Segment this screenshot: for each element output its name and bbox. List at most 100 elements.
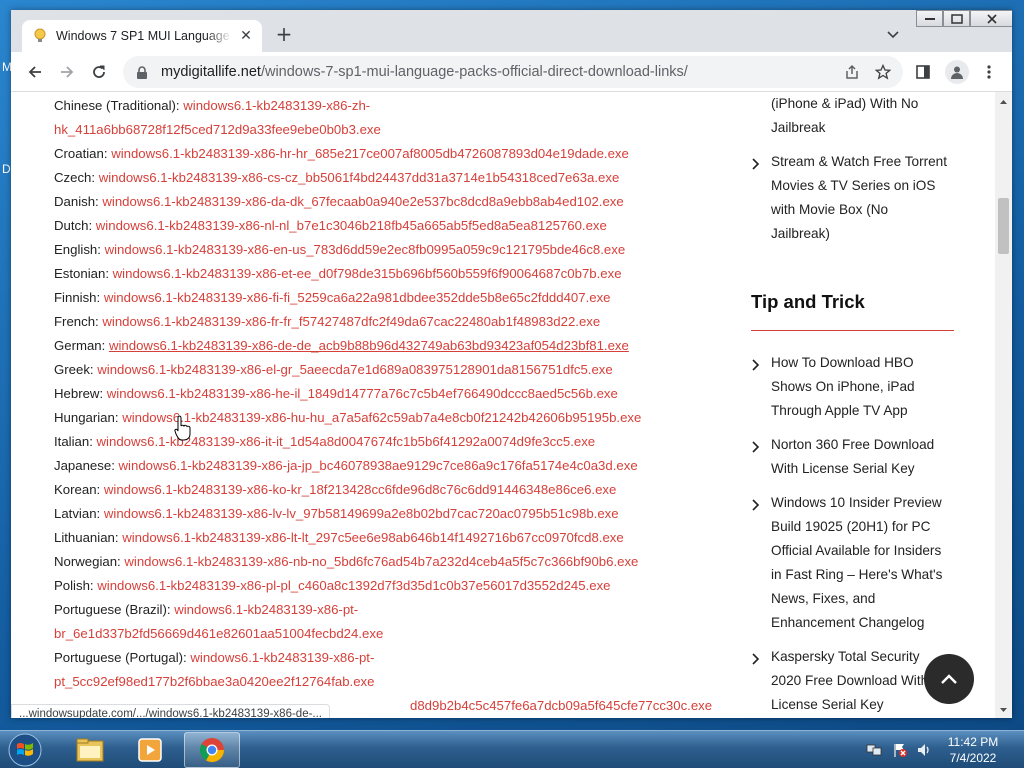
close-window-button[interactable] bbox=[970, 10, 1012, 27]
tab-active[interactable]: Windows 7 SP1 MUI Language P ✕ bbox=[22, 20, 262, 52]
address-bar[interactable]: mydigitallife.net/windows-7-sp1-mui-lang… bbox=[123, 56, 903, 88]
download-link[interactable]: windows6.1-kb2483139-x86-fi-fi_5259ca6a2… bbox=[104, 290, 611, 305]
tab-title: Windows 7 SP1 MUI Language P bbox=[56, 29, 232, 43]
sidebar-article-line: News, Fixes, and bbox=[771, 591, 876, 606]
download-link[interactable]: windows6.1-kb2483139-x86-nb-no_5bd6fc76a… bbox=[124, 554, 638, 569]
sidebar-article-link[interactable]: Stream & Watch Free Torrent Movies & TV S… bbox=[751, 150, 961, 246]
download-link-row: Polish: windows6.1-kb2483139-x86-pl-pl_c… bbox=[54, 574, 704, 598]
language-label: Danish: bbox=[54, 194, 103, 209]
chrome-icon[interactable] bbox=[184, 732, 240, 768]
more-menu-icon[interactable] bbox=[981, 64, 997, 80]
download-link-row: Dutch: windows6.1-kb2483139-x86-nl-nl_b7… bbox=[54, 214, 704, 238]
download-link-row: French: windows6.1-kb2483139-x86-fr-fr_f… bbox=[54, 310, 704, 334]
download-link[interactable]: windows6.1-kb2483139-x86-et-ee_d0f798de3… bbox=[113, 266, 622, 281]
new-tab-button[interactable]: + bbox=[273, 23, 295, 45]
language-label: French: bbox=[54, 314, 103, 329]
download-link[interactable]: windows6.1-kb2483139-x86-it-it_1d54a8d00… bbox=[97, 434, 596, 449]
download-link[interactable]: windows6.1-kb2483139-x86-en-us_783d6dd59… bbox=[105, 242, 626, 257]
maximize-button[interactable] bbox=[943, 10, 970, 27]
sidebar-article-line: with Movie Box (No bbox=[771, 202, 889, 217]
scrollbar-thumb[interactable] bbox=[998, 198, 1009, 254]
download-link[interactable]: d8d9b2b4c5c457fe6a7dcb09a5f645cfe77cc30c… bbox=[410, 698, 712, 713]
desktop-icon-label: D bbox=[2, 162, 11, 176]
browser-toolbar: mydigitallife.net/windows-7-sp1-mui-lang… bbox=[11, 52, 1012, 92]
system-clock[interactable]: 11:42 PM 7/4/2022 bbox=[940, 734, 1006, 766]
sidebar-article-link[interactable]: (iPhone & iPad) With No Jailbreak bbox=[751, 92, 961, 140]
minimize-button[interactable] bbox=[916, 10, 943, 27]
sidebar-heading: Tip and Trick bbox=[751, 291, 865, 312]
language-label: Portuguese (Brazil): bbox=[54, 602, 175, 617]
back-button[interactable] bbox=[25, 62, 45, 82]
download-link[interactable]: windows6.1-kb2483139-x86-lt-lt_297c5ee6e… bbox=[122, 530, 624, 545]
sidebar-article-line: Jailbreak bbox=[771, 120, 826, 135]
download-link[interactable]: windows6.1-kb2483139-x86-nl-nl_b7e1c3046… bbox=[96, 218, 607, 233]
clock-time: 11:42 PM bbox=[947, 735, 999, 749]
download-link-row: Finnish: windows6.1-kb2483139-x86-fi-fi_… bbox=[54, 286, 704, 310]
reload-button[interactable] bbox=[89, 62, 109, 82]
download-link[interactable]: windows6.1-kb2483139-x86-pt- bbox=[174, 602, 358, 617]
sidebar-article-line: Stream & Watch Free Torrent bbox=[771, 154, 948, 169]
sidebar-article-link[interactable]: How To Download HBO Shows On iPhone, iPad… bbox=[751, 351, 961, 423]
download-link[interactable]: windows6.1-kb2483139-x86-ja-jp_bc4607893… bbox=[119, 458, 638, 473]
download-link-row: hk_411a6bb68728f12f5ced712d9a33fee9ebe0b… bbox=[54, 118, 704, 142]
language-label: Polish: bbox=[54, 578, 98, 593]
download-link[interactable]: windows6.1-kb2483139-x86-el-gr_5aeecda7e… bbox=[97, 362, 612, 377]
start-button[interactable] bbox=[5, 732, 45, 768]
forward-button[interactable] bbox=[57, 62, 77, 82]
language-label: Latvian: bbox=[54, 506, 104, 521]
sidebar-article-line: Through Apple TV App bbox=[771, 403, 908, 418]
profile-avatar[interactable] bbox=[945, 60, 969, 84]
chevron-right-icon bbox=[751, 496, 761, 511]
volume-icon[interactable] bbox=[916, 742, 932, 758]
download-link[interactable]: windows6.1-kb2483139-x86-hr-hr_685e217ce… bbox=[111, 146, 629, 161]
download-link[interactable]: windows6.1-kb2483139-x86-he-il_1849d1477… bbox=[107, 386, 618, 401]
language-label: English: bbox=[54, 242, 105, 257]
language-label: Italian: bbox=[54, 434, 97, 449]
language-label: Czech: bbox=[54, 170, 99, 185]
url-path: /windows-7-sp1-mui-language-packs-offici… bbox=[260, 64, 688, 80]
side-panel-icon[interactable] bbox=[915, 64, 931, 80]
media-player-icon[interactable] bbox=[122, 732, 178, 768]
download-link[interactable]: windows6.1-kb2483139-x86-da-dk_67fecaab0… bbox=[102, 194, 623, 209]
download-link[interactable]: windows6.1-kb2483139-x86-zh- bbox=[183, 98, 370, 113]
scroll-up-icon[interactable] bbox=[995, 94, 1012, 108]
download-link[interactable]: windows6.1-kb2483139-x86-cs-cz_bb5061f4b… bbox=[99, 170, 620, 185]
download-link[interactable]: windows6.1-kb2483139-x86-lv-lv_97b581496… bbox=[104, 506, 619, 521]
download-link[interactable]: pt_5cc92ef98ed177b2f6bbae3a0420ee2f12764… bbox=[54, 674, 374, 689]
download-link-row: Portuguese (Brazil): windows6.1-kb248313… bbox=[54, 598, 704, 622]
download-link[interactable]: windows6.1-kb2483139-x86-fr-fr_f57427487… bbox=[102, 314, 600, 329]
download-link-row: Norwegian: windows6.1-kb2483139-x86-nb-n… bbox=[54, 550, 704, 574]
download-link-row: Latvian: windows6.1-kb2483139-x86-lv-lv_… bbox=[54, 502, 704, 526]
sidebar-article-line: (iPhone & iPad) With No bbox=[771, 96, 919, 111]
download-link-row: Korean: windows6.1-kb2483139-x86-ko-kr_1… bbox=[54, 478, 704, 502]
language-label: Greek: bbox=[54, 362, 98, 377]
action-center-flag-icon[interactable] bbox=[892, 742, 908, 758]
download-link[interactable]: windows6.1-kb2483139-x86-ko-kr_18f213428… bbox=[104, 482, 617, 497]
scroll-down-icon[interactable] bbox=[995, 702, 1012, 716]
tab-close-icon[interactable]: ✕ bbox=[238, 28, 254, 44]
sidebar-article-line: Movies & TV Series on iOS bbox=[771, 178, 936, 193]
bookmark-star-icon[interactable] bbox=[874, 63, 892, 80]
sidebar-article-link[interactable]: Windows 10 Insider Preview Build 19025 (2… bbox=[751, 491, 961, 635]
vertical-scrollbar[interactable] bbox=[995, 92, 1012, 718]
sidebar-article-line: Shows On iPhone, iPad bbox=[771, 379, 915, 394]
download-link[interactable]: hk_411a6bb68728f12f5ced712d9a33fee9ebe0b… bbox=[54, 122, 381, 137]
download-link-row: Italian: windows6.1-kb2483139-x86-it-it_… bbox=[54, 430, 704, 454]
download-link[interactable]: windows6.1-kb2483139-x86-pt- bbox=[190, 650, 374, 665]
scroll-to-top-button[interactable] bbox=[924, 654, 974, 704]
download-link[interactable]: windows6.1-kb2483139-x86-hu-hu_a7a5af62c… bbox=[122, 410, 641, 425]
lock-icon[interactable] bbox=[135, 65, 149, 79]
sidebar-article-line: Norton 360 Free Download bbox=[771, 437, 935, 452]
network-icon[interactable] bbox=[866, 742, 882, 758]
download-link[interactable]: br_6e1d337b2fd56669d461e82601aa51004fecb… bbox=[54, 626, 383, 641]
chevron-down-icon[interactable] bbox=[885, 26, 901, 42]
explorer-icon[interactable] bbox=[62, 732, 118, 768]
sidebar-article-link[interactable]: Norton 360 Free Download With License Ser… bbox=[751, 433, 961, 481]
download-link-row: Japanese: windows6.1-kb2483139-x86-ja-jp… bbox=[54, 454, 704, 478]
sidebar-article-line: Official Available for Insiders bbox=[771, 543, 942, 558]
download-link[interactable]: windows6.1-kb2483139-x86-pl-pl_c460a8c13… bbox=[97, 578, 610, 593]
download-link[interactable]: windows6.1-kb2483139-x86-de-de_acb9b88b9… bbox=[109, 338, 629, 353]
share-icon[interactable] bbox=[844, 64, 860, 80]
language-label: Japanese: bbox=[54, 458, 119, 473]
language-label: Lithuanian: bbox=[54, 530, 123, 545]
